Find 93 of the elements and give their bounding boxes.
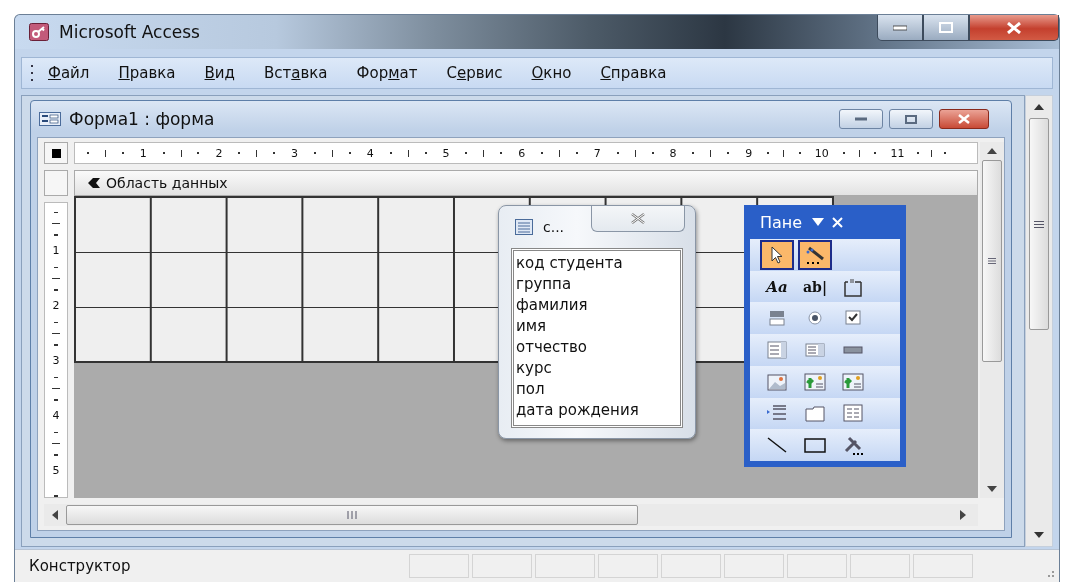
scroll-down-icon: [987, 486, 997, 492]
ruler-number: 3: [52, 355, 60, 368]
key-icon: [29, 23, 49, 41]
scroll-thumb[interactable]: [1029, 118, 1049, 330]
field-list-title: c...: [543, 219, 565, 235]
tree-icon: [841, 370, 865, 393]
status-pane: [787, 554, 847, 578]
status-text: Конструктор: [29, 557, 132, 575]
ruler-number: 2: [52, 300, 60, 313]
close-icon: [958, 114, 970, 124]
restore-icon: [905, 114, 917, 124]
grip-icon: [1034, 220, 1044, 228]
vertical-scrollbar[interactable]: [980, 142, 1004, 498]
menu-item[interactable]: Справка: [600, 64, 667, 82]
scroll-up-icon: [987, 148, 997, 154]
status-pane: [598, 554, 658, 578]
horizontal-scrollbar[interactable]: [44, 504, 978, 526]
ruler-number: 1: [52, 245, 60, 258]
minimize-icon: [893, 24, 907, 31]
menu-item[interactable]: Вставка: [263, 64, 328, 82]
field-item[interactable]: группа: [516, 274, 678, 295]
maximize-button[interactable]: [923, 15, 969, 41]
menu-item[interactable]: Правка: [118, 64, 176, 82]
field-item[interactable]: отчество: [516, 337, 678, 358]
close-button[interactable]: [939, 109, 989, 129]
status-pane: [661, 554, 721, 578]
menu-item[interactable]: Формат: [356, 64, 418, 82]
text-box-tool[interactable]: ab|: [798, 271, 832, 302]
menu-item[interactable]: Сервис: [446, 64, 503, 82]
ruler-number: 11: [890, 146, 905, 160]
scroll-thumb[interactable]: [982, 160, 1002, 362]
grip-icon: [30, 64, 34, 82]
dropdown-arrow-icon[interactable]: [812, 218, 825, 226]
ruler-number: 8: [669, 146, 677, 160]
status-pane: [535, 554, 595, 578]
label-tool[interactable]: Aa: [760, 271, 794, 302]
ruler-number: 5: [442, 146, 450, 160]
resize-grip-icon: [1045, 568, 1055, 578]
scroll-up-icon: [1034, 104, 1044, 110]
form-selector[interactable]: [44, 142, 68, 164]
field-item[interactable]: фамилия: [516, 295, 678, 316]
status-pane: [913, 554, 973, 578]
window-title: Microsoft Access: [59, 22, 200, 42]
field-item[interactable]: пол: [516, 379, 678, 400]
scroll-right-icon: [960, 510, 966, 520]
field-item[interactable]: дата рождения: [516, 400, 678, 421]
field-item[interactable]: код студента: [516, 253, 678, 274]
ruler-number: 10: [814, 146, 829, 160]
ruler-number: 6: [518, 146, 526, 160]
section-selector[interactable]: [44, 170, 68, 196]
status-pane: [409, 554, 469, 578]
ruler-number: 7: [593, 146, 601, 160]
status-pane: [724, 554, 784, 578]
ruler-number: 2: [215, 146, 223, 160]
scroll-thumb[interactable]: [66, 505, 638, 525]
section-arrow-icon: [87, 177, 101, 189]
ruler-number: 4: [52, 410, 60, 423]
restore-button[interactable]: [889, 109, 933, 129]
scroll-down-icon: [1034, 532, 1044, 538]
form-icon: [841, 402, 865, 425]
wizard-tool[interactable]: [798, 239, 832, 270]
scroll-left-icon: [52, 510, 58, 520]
field-item[interactable]: курс: [516, 358, 678, 379]
grip-icon: [347, 511, 357, 519]
status-pane: [472, 554, 532, 578]
ruler-number: 9: [745, 146, 753, 160]
ruler-number: 4: [366, 146, 374, 160]
close-button[interactable]: [969, 15, 1059, 41]
form-icon: [39, 112, 61, 126]
minimize-button[interactable]: [877, 15, 923, 41]
section-header[interactable]: Область данных: [74, 170, 978, 196]
combo-box-icon: [765, 339, 789, 361]
grip-icon: [988, 258, 996, 264]
menu-item[interactable]: Окно: [531, 64, 572, 82]
close-icon: [631, 213, 645, 224]
minimize-icon: [855, 117, 867, 121]
pointer-tool[interactable]: [760, 239, 794, 270]
close-icon[interactable]: [832, 216, 844, 228]
status-pane: [850, 554, 910, 578]
vertical-scrollbar[interactable]: [1025, 95, 1053, 547]
ruler-number: 5: [52, 465, 60, 478]
toolbox-title: Пане: [760, 212, 803, 232]
minimize-button[interactable]: [839, 109, 883, 129]
maximize-icon: [939, 22, 953, 33]
close-icon: [1006, 21, 1022, 34]
tree-icon: [803, 370, 827, 393]
form-title: Форма1 : форма: [69, 109, 215, 129]
menu-item[interactable]: Вид: [204, 64, 235, 82]
ruler-number: 3: [291, 146, 299, 160]
list-icon: [515, 219, 533, 235]
ruler-number: 1: [139, 146, 147, 160]
field-item[interactable]: имя: [516, 316, 678, 337]
menu-item[interactable]: Файл: [48, 64, 90, 82]
